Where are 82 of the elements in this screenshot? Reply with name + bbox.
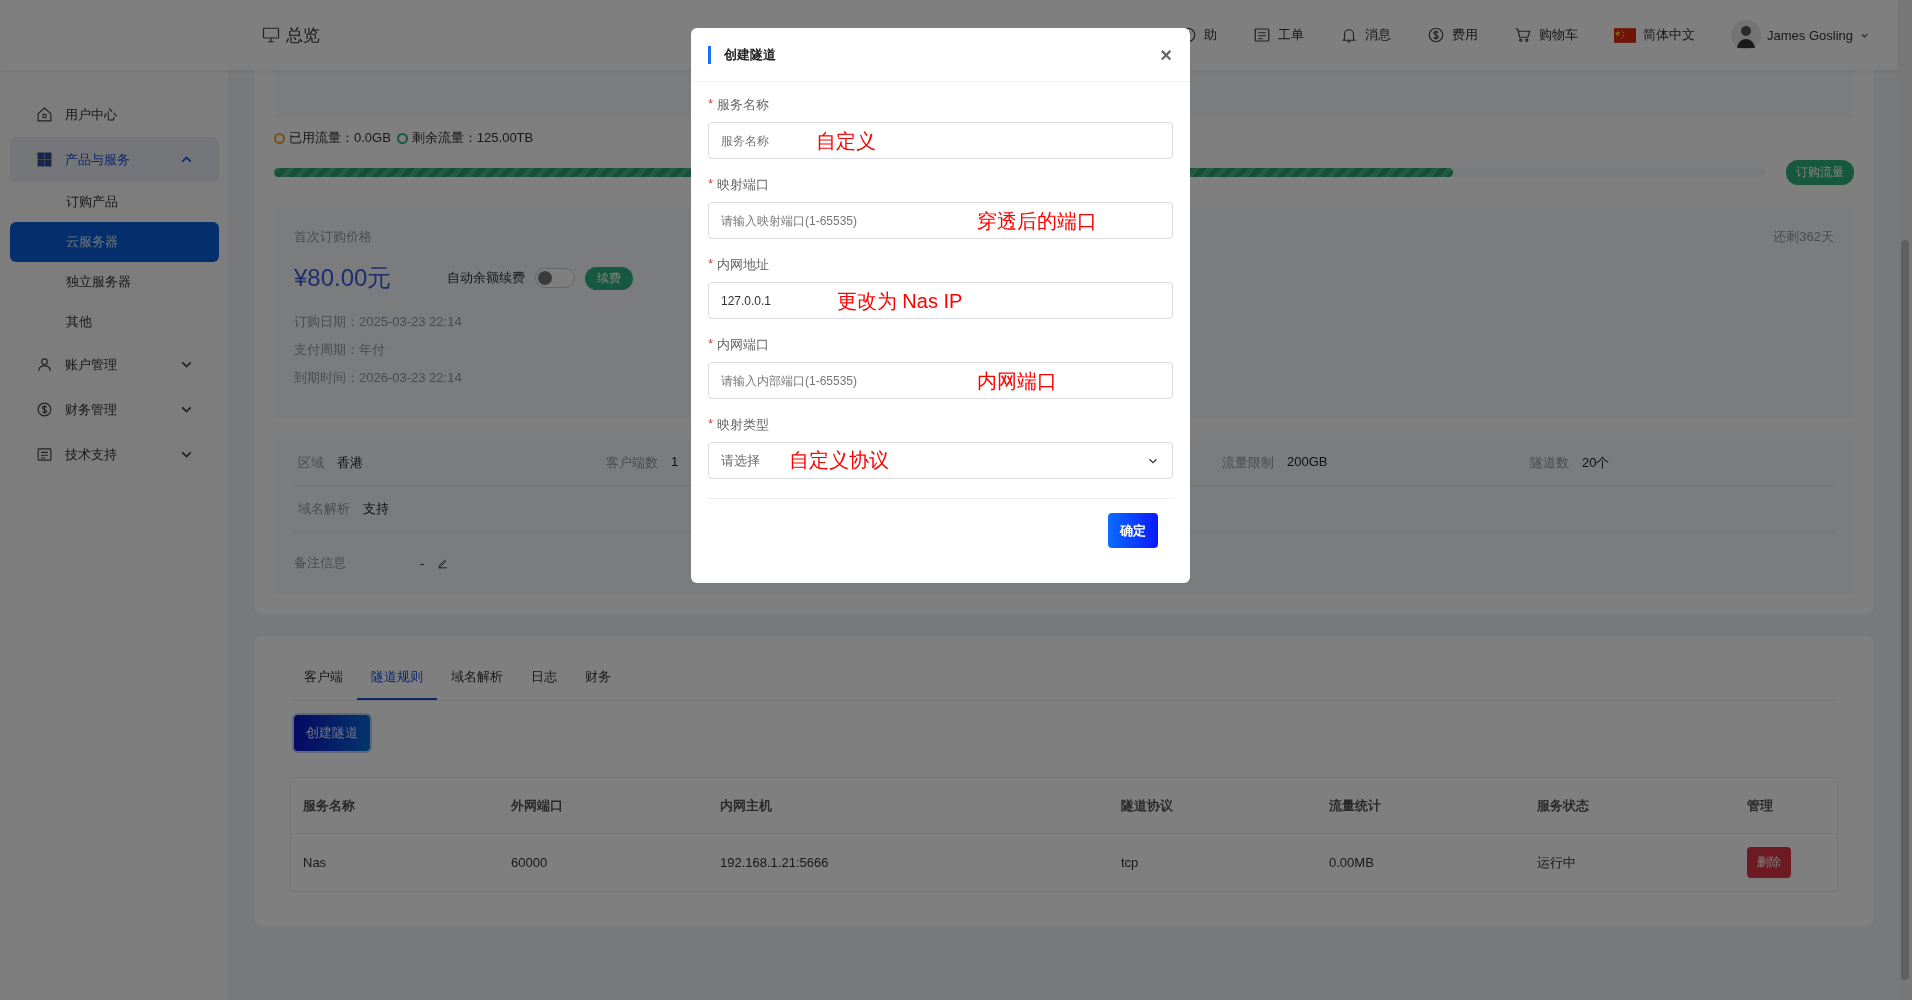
nav-link[interactable]: 工单 (1253, 26, 1304, 44)
user-icon (36, 356, 53, 373)
spec-value: 1 (671, 453, 679, 471)
annotation-text: 自定义 (816, 129, 876, 154)
legend-label: 剩余流量：125.00TB (411, 129, 534, 147)
price-amount: ¥80.00元 (294, 263, 392, 293)
edit-icon[interactable] (436, 556, 450, 570)
sidebar-subitem[interactable]: 独立服务器 (10, 262, 219, 302)
overview-link[interactable]: 总览 (262, 23, 320, 47)
scrollbar-thumb[interactable] (1901, 240, 1909, 980)
table-cell-text: 60000 (511, 855, 549, 870)
required-mark: * (708, 336, 714, 353)
legend-ring (274, 132, 285, 144)
user-menu[interactable]: James Gosling (1731, 20, 1870, 50)
home-icon (36, 106, 53, 123)
field-label: 内网端口 (717, 336, 770, 354)
field-label: 映射端口 (717, 176, 770, 194)
table-cell-text: 0.00MB (1329, 855, 1375, 870)
column-header: 内网主机 (720, 796, 773, 815)
bell-icon (1340, 26, 1358, 44)
required-mark: * (708, 96, 714, 113)
close-button[interactable]: × (1158, 44, 1174, 65)
sidebar-item[interactable]: 账户管理 (10, 342, 219, 387)
table-cell-text: Nas (303, 855, 328, 870)
avatar (1731, 20, 1761, 50)
legend-label: 已用流量：0.0GB (289, 129, 391, 147)
nav-link[interactable]: 购物车 (1514, 26, 1578, 44)
annotation-text: 穿透后的端口 (976, 209, 1097, 234)
field-label: 映射类型 (717, 416, 770, 434)
sidebar-item[interactable]: 用户中心 (10, 92, 219, 137)
spec-value: 20个 (1582, 453, 1610, 472)
tab[interactable]: 隧道规则 (357, 658, 437, 700)
column-header: 服务状态 (1537, 796, 1590, 815)
sidebar-subitem[interactable]: 订购产品 (10, 182, 219, 222)
nav-link[interactable]: 消息 (1340, 26, 1391, 44)
auto-renew-label: 自动余额续费 (447, 269, 526, 287)
nav-link[interactable]: 简体中文 (1614, 26, 1695, 44)
sidebar-subitem[interactable]: 其他 (10, 302, 219, 342)
grid-icon (36, 151, 53, 168)
delete-button[interactable]: 删除 (1747, 847, 1791, 878)
table-cell-text: tcp (1121, 855, 1140, 870)
spec-value: 香港 (337, 453, 363, 472)
column-header: 流量统计 (1329, 796, 1382, 815)
sidebar-item[interactable]: 技术支持 (10, 432, 219, 477)
dollar-icon (1427, 26, 1445, 44)
cart-icon (1514, 26, 1532, 44)
dollar-icon (36, 401, 53, 418)
sidebar-item[interactable]: 财务管理 (10, 387, 219, 432)
document-icon (36, 446, 53, 463)
tab[interactable]: 客户端 (290, 658, 357, 700)
column-header: 管理 (1747, 796, 1774, 815)
table-cell-text: 运行中 (1537, 853, 1577, 872)
auto-renew-toggle[interactable] (535, 268, 576, 288)
tab[interactable]: 域名解析 (437, 658, 517, 700)
annotation-text: 内网端口 (976, 369, 1057, 394)
field-label: 内网地址 (717, 256, 770, 274)
spec-value: 支持 (363, 499, 389, 518)
create-tunnel-button[interactable]: 创建隧道 (294, 715, 370, 751)
field-label: 服务名称 (717, 96, 770, 114)
document-icon (1253, 26, 1271, 44)
confirm-button[interactable]: 确定 (1108, 513, 1158, 548)
spec-value: 200GB (1287, 453, 1328, 471)
required-mark: * (708, 416, 714, 433)
sidebar-subitem[interactable]: 云服务器 (10, 222, 219, 262)
tab[interactable]: 财务 (571, 658, 625, 700)
column-header: 隧道协议 (1121, 796, 1174, 815)
table-cell-text: 192.168.1.21:5666 (720, 855, 830, 870)
column-header: 外网端口 (511, 796, 564, 815)
annotation-text: 更改为 Nas IP (836, 289, 963, 314)
monitor-icon (262, 26, 280, 44)
nav-link[interactable]: 费用 (1427, 26, 1478, 44)
dialog-title: 创建隧道 (708, 45, 776, 64)
annotation-text: 自定义协议 (789, 448, 889, 473)
note-value: - (420, 555, 425, 571)
sidebar-item[interactable]: 产品与服务 (10, 137, 219, 182)
select-field[interactable]: 请选择 自定义协议 (708, 442, 1173, 479)
required-mark: * (708, 176, 714, 193)
flag-icon (1614, 27, 1636, 43)
tab[interactable]: 日志 (517, 658, 571, 700)
legend-ring (396, 132, 408, 144)
required-mark: * (708, 256, 714, 273)
column-header: 服务名称 (303, 796, 356, 815)
